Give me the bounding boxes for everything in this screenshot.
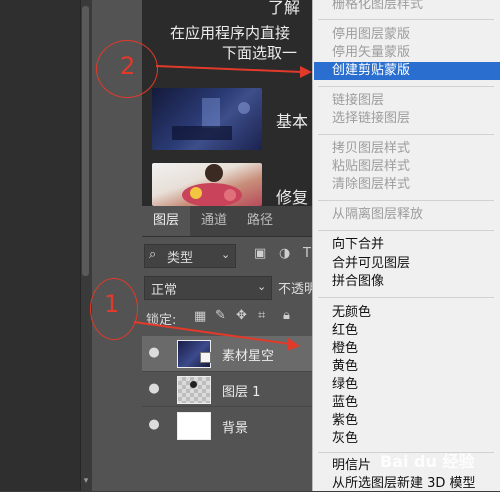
- watermark: Bai du 经验: [380, 452, 475, 471]
- annotation-arrowhead-1: [287, 338, 300, 351]
- annotation-arrow-1: [133, 321, 291, 345]
- annotation-arrow-2: [155, 65, 303, 73]
- annotation-arrows: [133, 65, 312, 351]
- annotation-arrowhead-2: [300, 66, 312, 78]
